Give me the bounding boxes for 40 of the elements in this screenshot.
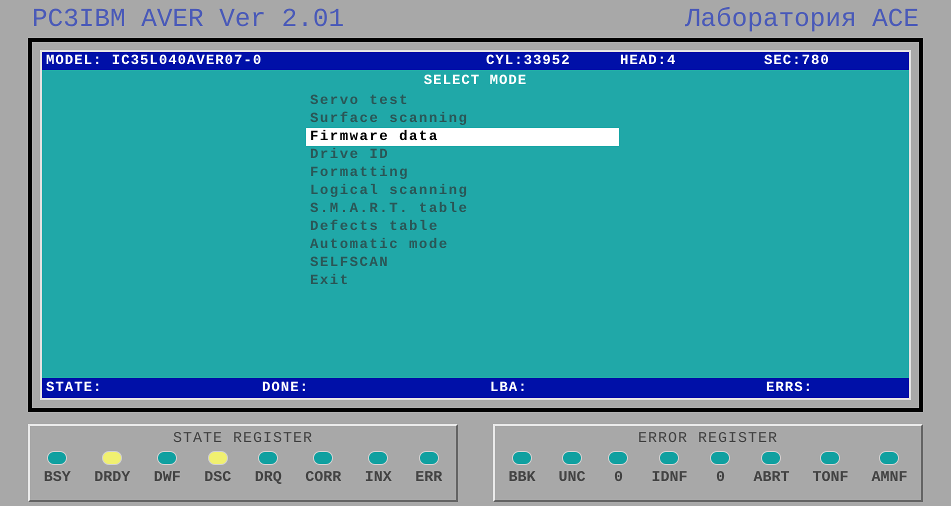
menu-item[interactable]: Surface scanning — [306, 110, 619, 128]
bit-label: 0 — [716, 468, 725, 488]
bit-label: DRDY — [94, 468, 130, 488]
bit-label: TONF — [812, 468, 848, 488]
menu-title: SELECT MODE — [424, 72, 528, 90]
bit-label: 0 — [614, 468, 623, 488]
menu-item[interactable]: Servo test — [306, 92, 619, 110]
head-label: HEAD:4 — [620, 52, 678, 70]
bit-label: DSC — [204, 468, 232, 488]
bit-label: ABRT — [753, 468, 790, 488]
register-title: ERROR REGISTER — [638, 429, 778, 449]
sector-label: SEC:780 — [764, 52, 830, 70]
status-label: DONE: — [262, 378, 310, 398]
menu-item[interactable]: SELFSCAN — [306, 254, 619, 272]
app-title: PC3IBM AVER Ver 2.01 — [32, 2, 344, 36]
menu-item[interactable]: Formatting — [306, 164, 619, 182]
menu-item[interactable]: Drive ID — [306, 146, 619, 164]
bit-label: AMNF — [871, 468, 908, 488]
menu-item[interactable]: Exit — [306, 272, 619, 290]
menu-item[interactable]: Automatic mode — [306, 236, 619, 254]
bit-label: DWF — [154, 468, 181, 488]
model-label: MODEL: IC35L040AVER07-0 — [46, 52, 264, 70]
bit-label: ERR — [415, 468, 442, 488]
register-title: STATE REGISTER — [172, 429, 314, 449]
bit-label: INX — [364, 468, 392, 488]
bit-label: IDNF — [651, 468, 688, 488]
status-label: LBA: — [490, 378, 529, 398]
bit-label: CORR — [305, 468, 342, 488]
bit-label: UNC — [558, 468, 586, 488]
bit-label: BSY — [44, 468, 71, 488]
menu-item[interactable]: Logical scanning — [306, 182, 619, 200]
status-label: STATE: — [46, 378, 104, 398]
menu-item[interactable]: Defects table — [306, 218, 619, 236]
menu-item[interactable]: Firmware data — [306, 128, 619, 146]
status-label: ERRS: — [766, 378, 814, 398]
bit-label: DRQ — [254, 468, 282, 488]
menu-item[interactable]: S.M.A.R.T. table — [306, 200, 619, 218]
cylinder-label: CYL:33952 — [486, 52, 572, 70]
bit-label: BBK — [508, 468, 536, 488]
lab-name: Лаборатория ACE — [684, 2, 919, 36]
